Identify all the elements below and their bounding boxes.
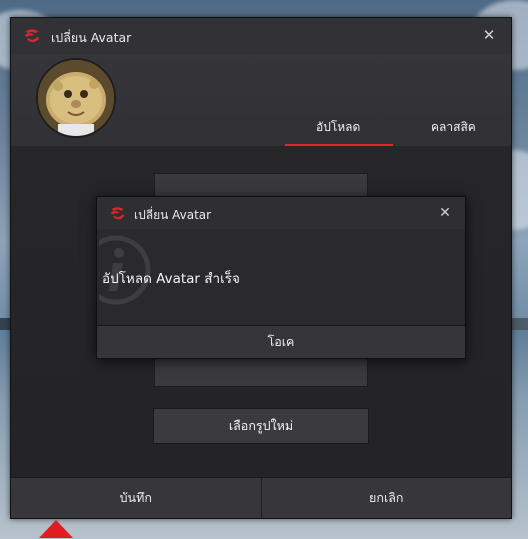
cancel-button[interactable]: ยกเลิก [262, 478, 512, 518]
window-title: เปลี่ยน Avatar [51, 30, 132, 45]
close-icon[interactable]: ✕ [435, 203, 455, 223]
tab-upload[interactable]: อัปโหลด [316, 118, 360, 137]
garena-logo-icon [110, 207, 125, 220]
red-triangle-marker [39, 520, 73, 538]
garena-logo-icon [24, 29, 40, 43]
choose-new-image-button[interactable]: เลือกรูปใหม่ [153, 408, 369, 444]
footer-bar: บันทึก ยกเลิก [11, 477, 511, 518]
save-button[interactable]: บันทึก [11, 478, 261, 518]
avatar [36, 58, 116, 138]
upload-success-dialog: เปลี่ยน Avatar ✕ อัปโหลด Avatar สำเร็จ โ… [96, 196, 466, 359]
dialog-titlebar: เปลี่ยน Avatar ✕ [97, 197, 465, 229]
dialog-title: เปลี่ยน Avatar [134, 208, 212, 222]
close-icon[interactable]: ✕ [479, 25, 499, 45]
window-titlebar: เปลี่ยน Avatar ✕ [11, 18, 511, 54]
dialog-message: อัปโหลด Avatar สำเร็จ [102, 271, 240, 287]
tab-classic[interactable]: คลาสสิค [431, 118, 476, 137]
ok-button[interactable]: โอเค [97, 325, 465, 358]
